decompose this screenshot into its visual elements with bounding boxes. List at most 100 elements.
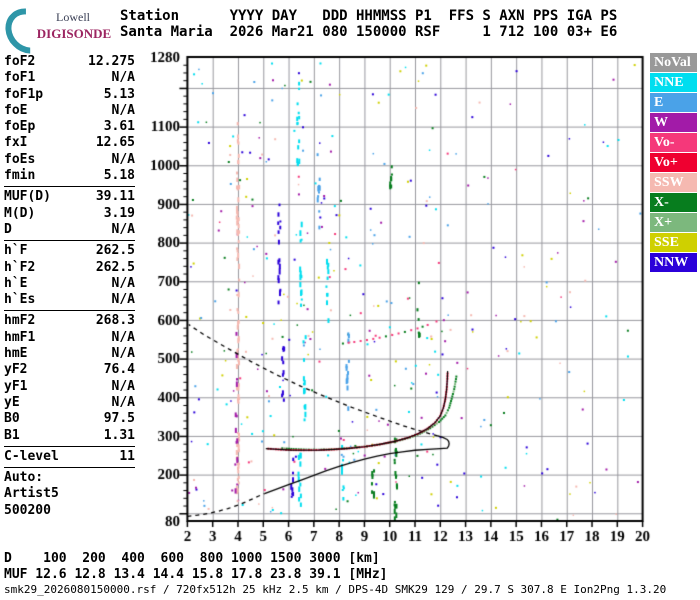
- logo-lowell-text: Lowell: [56, 10, 90, 24]
- param-row: D N/A: [4, 222, 135, 238]
- param-row: h`F2 262.5: [4, 260, 135, 276]
- param-label: C-level: [4, 448, 59, 464]
- param-value: 12.275: [88, 54, 135, 69]
- param-row: fmin 5.18: [4, 168, 135, 184]
- param-value: N/A: [111, 70, 135, 86]
- autoscaling-info-line: Artist5: [4, 486, 59, 502]
- param-label: fxI: [4, 135, 28, 151]
- legend-item-ssw: SSW: [650, 173, 697, 192]
- param-label: h`F: [4, 243, 28, 259]
- param-label: hmF2: [4, 313, 36, 329]
- station-header: Station YYYY DAY DDD HHMMSS P1 FFS S AXN…: [120, 8, 617, 40]
- logo-digisonde-text: DIGISONDE: [36, 26, 112, 41]
- param-label: h`E: [4, 275, 28, 291]
- app-logo: Lowell DIGISONDE: [0, 0, 116, 63]
- param-label: yE: [4, 394, 20, 410]
- param-value: 97.5: [103, 411, 135, 427]
- param-value: N/A: [111, 102, 135, 118]
- legend-item-w: W: [650, 113, 697, 132]
- param-label: hmF1: [4, 329, 36, 345]
- legend-item-vo: Vo+: [650, 153, 697, 172]
- param-row: foEp 3.61: [4, 119, 135, 135]
- param-value: 3.19: [103, 205, 135, 221]
- legend-item-sse: SSE: [650, 233, 697, 252]
- digisonde-ionogram: { "logo": {"top": "Lowell", "bottom": "D…: [0, 0, 700, 600]
- param-label: foE: [4, 102, 28, 118]
- legend-item-x: X-: [650, 193, 697, 212]
- param-value: 5.13: [103, 86, 135, 102]
- param-label: D: [4, 221, 12, 237]
- param-row: hmF1 N/A: [4, 330, 135, 346]
- param-row: B0 97.5: [4, 411, 135, 427]
- param-value: 262.5: [95, 243, 135, 259]
- param-divider: [4, 240, 135, 242]
- param-label: fmin: [4, 168, 36, 184]
- param-row: yF2 76.4: [4, 362, 135, 378]
- param-label: hmE: [4, 346, 28, 362]
- param-value: 39.11: [95, 189, 135, 205]
- param-row: h`F 262.5: [4, 243, 135, 259]
- param-label: B1: [4, 427, 20, 443]
- param-value: N/A: [111, 221, 135, 237]
- param-value: 262.5: [95, 259, 135, 275]
- legend-item-e: E: [650, 93, 697, 112]
- param-label: foF1: [4, 70, 36, 86]
- header-column-titles: Station YYYY DAY DDD HHMMSS P1 FFS S AXN…: [120, 8, 618, 24]
- param-value: N/A: [111, 394, 135, 410]
- param-label: foF2: [4, 54, 36, 69]
- legend-item-nne: NNE: [650, 73, 697, 92]
- legend-item-nnw: NNW: [650, 253, 697, 272]
- param-label: foEs: [4, 151, 36, 167]
- param-divider: [4, 445, 135, 447]
- param-value: N/A: [111, 378, 135, 394]
- param-row: foF1p 5.13: [4, 87, 135, 103]
- param-value: N/A: [111, 329, 135, 345]
- param-row: foF1 N/A: [4, 70, 135, 86]
- param-divider: [4, 186, 135, 188]
- param-label: B0: [4, 411, 20, 427]
- legend-item-vo: Vo-: [650, 133, 697, 152]
- param-label: M(D): [4, 205, 36, 221]
- muf-row: MUF 12.6 12.8 13.4 14.4 15.8 17.8 23.8 3…: [4, 566, 388, 582]
- param-label: MUF(D): [4, 189, 51, 205]
- param-row: h`E N/A: [4, 276, 135, 292]
- param-label: foF1p: [4, 86, 44, 102]
- param-label: yF1: [4, 378, 28, 394]
- param-row: C-level 11: [4, 449, 135, 465]
- scaled-parameters-panel: foF2 12.275 foF1 N/A foF1p 5.13 foE N/A foEp 3.61…: [4, 54, 135, 519]
- param-row: fxI 12.65: [4, 135, 135, 151]
- autoscaling-info-line: Auto:: [4, 470, 44, 486]
- param-value: N/A: [111, 346, 135, 362]
- autoscaling-info-line: 500200: [4, 502, 51, 518]
- distance-row: D 100 200 400 600 800 1000 1500 3000 [km…: [4, 551, 380, 566]
- legend-item-x: X+: [650, 213, 697, 232]
- param-row: h`Es N/A: [4, 292, 135, 308]
- param-value: 76.4: [103, 362, 135, 378]
- param-row: foE N/A: [4, 103, 135, 119]
- param-value: 268.3: [95, 313, 135, 329]
- param-value: 1.31: [103, 427, 135, 443]
- param-row: M(D) 3.19: [4, 206, 135, 222]
- param-row: yE N/A: [4, 395, 135, 411]
- param-row: MUF(D) 39.11: [4, 189, 135, 205]
- param-value: 12.65: [95, 135, 135, 151]
- legend-item-noval: NoVal: [650, 53, 697, 72]
- param-row: foEs N/A: [4, 152, 135, 168]
- param-label: foEp: [4, 119, 36, 135]
- file-info-line: smk29_2026080150000.rsf / 720fx512h 25 k…: [4, 583, 667, 596]
- param-row: yF1 N/A: [4, 379, 135, 395]
- param-row: hmF2 268.3: [4, 313, 135, 329]
- param-value: N/A: [111, 275, 135, 291]
- param-label: h`F2: [4, 259, 36, 275]
- param-value: N/A: [111, 292, 135, 308]
- param-value: 3.61: [103, 119, 135, 135]
- param-row: foF2 12.275: [4, 54, 135, 70]
- param-value: 5.18: [103, 168, 135, 184]
- param-label: h`Es: [4, 292, 36, 308]
- distance-muf-table: D 100 200 400 600 800 1000 1500 3000 [km…: [4, 551, 388, 582]
- ionogram-plot: [140, 48, 652, 548]
- param-value: 11: [119, 448, 135, 464]
- param-row: B1 1.31: [4, 428, 135, 444]
- param-divider: [4, 467, 135, 469]
- param-label: yF2: [4, 362, 28, 378]
